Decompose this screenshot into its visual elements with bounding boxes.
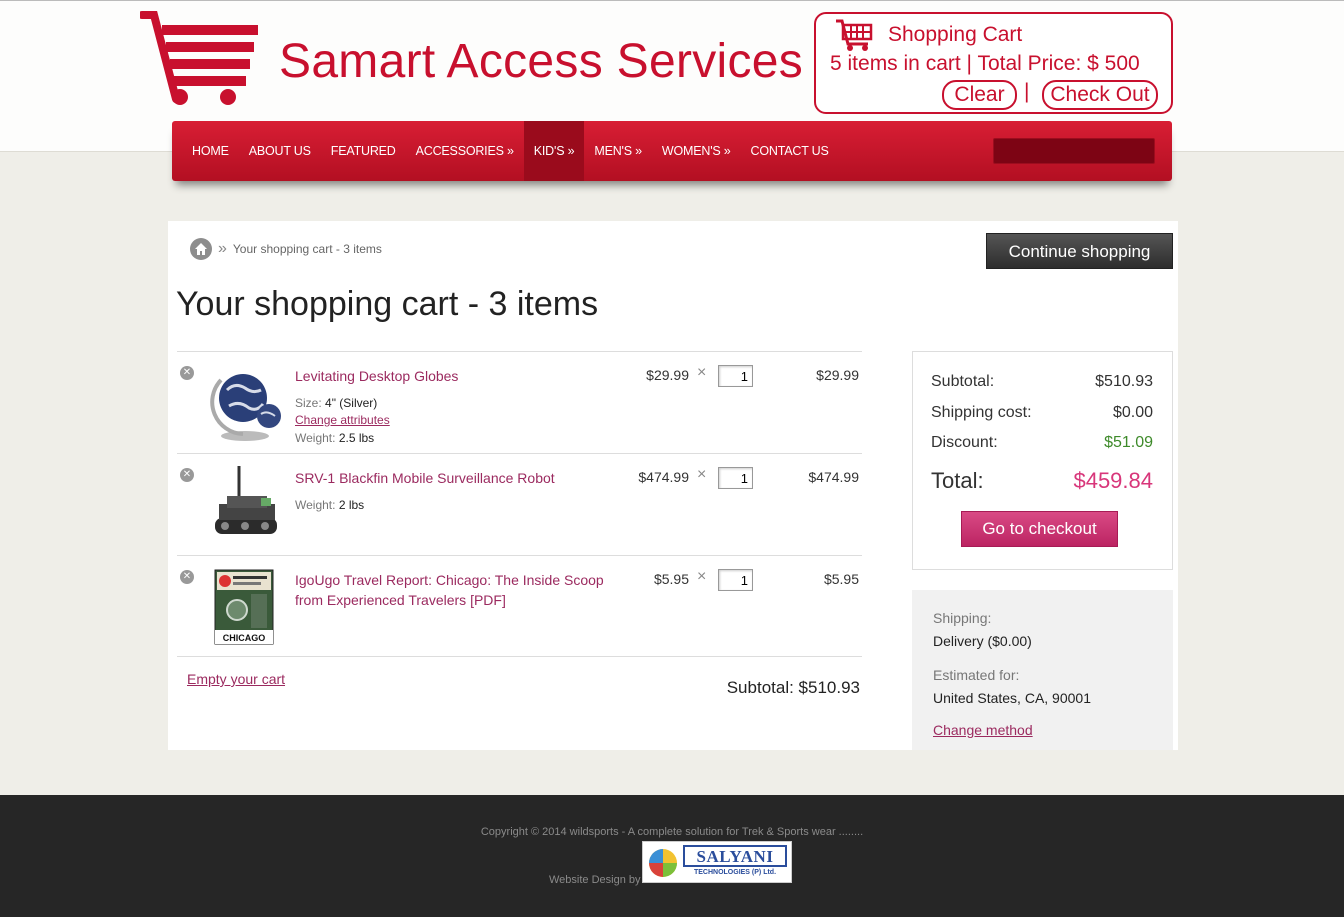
nav-item-featured[interactable]: FEATURED <box>321 121 406 181</box>
nav-item-home[interactable]: HOME <box>182 121 239 181</box>
book-cover-caption: CHICAGO <box>223 633 266 643</box>
shipping-info: Shipping: Delivery ($0.00) Estimated for… <box>912 590 1173 750</box>
mini-cart-widget: Shopping Cart 5 items in cart | Total Pr… <box>814 12 1173 114</box>
weight-value: 2 lbs <box>338 498 365 512</box>
nav-item-accessories[interactable]: ACCESSORIES » <box>406 121 524 181</box>
size-value: 4" (Silver) <box>325 396 378 410</box>
remove-item-icon[interactable]: ✕ <box>180 468 194 482</box>
summary-discount-row: Discount: $51.09 <box>931 434 1153 452</box>
cart-icon <box>836 19 873 51</box>
item-size: Size: 4" (Silver) <box>295 396 377 410</box>
mini-cart-summary: 5 items in cart | Total Price: $ 500 <box>830 52 1140 75</box>
summary-shipping-row: Shipping cost: $0.00 <box>931 404 1153 422</box>
size-label: Size: <box>295 396 322 410</box>
mini-cart-checkout-button[interactable]: Check Out <box>1042 80 1158 110</box>
breadcrumb: » Your shopping cart - 3 items <box>190 238 382 260</box>
partner-globe-icon <box>649 849 677 877</box>
copyright-text: Copyright © 2014 wildsports - A complete… <box>480 826 864 838</box>
breadcrumb-separator: » <box>218 240 227 257</box>
item-name-link[interactable]: IgoUgo Travel Report: Chicago: The Insid… <box>295 570 625 610</box>
item-total: $5.95 <box>823 571 859 587</box>
page-title: Your shopping cart - 3 items <box>176 285 599 323</box>
continue-shopping-button[interactable]: Continue shopping <box>986 233 1173 269</box>
nav-item-about-us[interactable]: ABOUT US <box>239 121 321 181</box>
change-method-link[interactable]: Change method <box>933 722 1033 738</box>
summary-discount-label: Discount: <box>931 434 998 451</box>
mini-cart-separator: | <box>1024 80 1030 103</box>
search-input[interactable] <box>993 138 1155 164</box>
summary-subtotal-label: Subtotal: <box>931 373 995 390</box>
item-total: $29.99 <box>816 367 859 383</box>
site-title: Samart Access Services <box>279 35 804 88</box>
change-attributes-link[interactable]: Change attributes <box>295 413 390 427</box>
remove-item-icon[interactable]: ✕ <box>180 570 194 584</box>
nav-item-mens[interactable]: MEN'S » <box>584 121 652 181</box>
quantity-input[interactable] <box>718 467 753 489</box>
clear-cart-button[interactable]: Clear <box>942 80 1017 110</box>
summary-subtotal-value: $510.93 <box>1095 373 1153 390</box>
estimated-value: United States, CA, 90001 <box>933 690 1091 706</box>
cart-items-table: ✕ Levitating Desktop Globes Size: 4" (Si… <box>177 351 862 657</box>
footer: Copyright © 2014 wildsports - A complete… <box>0 795 1344 917</box>
cart-page: » Your shopping cart - 3 items Continue … <box>168 221 1178 750</box>
summary-subtotal-row: Subtotal: $510.93 <box>931 373 1153 391</box>
home-icon[interactable] <box>190 238 212 260</box>
order-summary: Subtotal: $510.93 Shipping cost: $0.00 D… <box>912 351 1173 570</box>
summary-total-label: Total: <box>931 468 984 493</box>
shopping-cart-logo-icon <box>140 11 258 105</box>
item-total: $474.99 <box>808 469 859 485</box>
design-by-text: Website Design by <box>549 874 641 886</box>
times-icon: × <box>697 568 707 585</box>
weight-label: Weight: <box>295 431 336 445</box>
partner-name: SALYANI <box>683 845 787 867</box>
item-price: $29.99 <box>646 367 689 383</box>
summary-total-value: $459.84 <box>1073 468 1153 493</box>
quantity-input[interactable] <box>718 569 753 591</box>
partner-subtitle: TECHNOLOGIES (P) Ltd. <box>693 869 777 876</box>
globe-product-thumbnail[interactable] <box>205 360 285 442</box>
times-icon: × <box>697 466 707 483</box>
remove-item-icon[interactable]: ✕ <box>180 366 194 380</box>
summary-discount-value: $51.09 <box>1104 434 1153 451</box>
item-price: $5.95 <box>653 571 689 587</box>
breadcrumb-current: Your shopping cart - 3 items <box>232 242 382 256</box>
book-product-thumbnail[interactable]: CHICAGO <box>205 564 285 646</box>
weight-label: Weight: <box>295 498 336 512</box>
salyani-logo[interactable]: SALYANI TECHNOLOGIES (P) Ltd. <box>642 841 792 883</box>
item-weight: Weight: 2 lbs <box>295 498 364 512</box>
cart-subtotal: Subtotal: $510.93 <box>726 678 860 697</box>
times-icon: × <box>697 364 707 381</box>
go-to-checkout-button[interactable]: Go to checkout <box>961 511 1118 547</box>
cart-row: ✕ SRV-1 Blackfin Mobile Surveillance Rob… <box>177 453 862 555</box>
robot-product-thumbnail[interactable] <box>205 462 285 544</box>
quantity-input[interactable] <box>718 365 753 387</box>
main-nav: HOME ABOUT US FEATURED ACCESSORIES » KID… <box>172 121 1172 181</box>
shipping-label: Shipping: <box>933 610 992 626</box>
nav-item-contact-us[interactable]: CONTACT US <box>741 121 839 181</box>
weight-value: 2.5 lbs <box>338 431 375 445</box>
item-name-link[interactable]: SRV-1 Blackfin Mobile Surveillance Robot <box>295 468 625 488</box>
empty-cart-link[interactable]: Empty your cart <box>187 671 285 687</box>
nav-item-kids[interactable]: KID'S » <box>523 121 585 181</box>
estimated-label: Estimated for: <box>933 667 1020 683</box>
cart-row: ✕ CHICAGO IgoUgo Travel Report: Chicago:… <box>177 555 862 657</box>
summary-shipping-label: Shipping cost: <box>931 404 1032 421</box>
summary-shipping-value: $0.00 <box>1112 404 1153 421</box>
item-name-link[interactable]: Levitating Desktop Globes <box>295 366 625 386</box>
item-price: $474.99 <box>638 469 689 485</box>
summary-total-row: Total: $459.84 <box>931 468 1153 494</box>
item-weight: Weight: 2.5 lbs <box>295 431 374 445</box>
mini-cart-title: Shopping Cart <box>888 23 1023 46</box>
cart-row: ✕ Levitating Desktop Globes Size: 4" (Si… <box>177 351 862 453</box>
nav-item-womens[interactable]: WOMEN'S » <box>652 121 741 181</box>
shipping-value: Delivery ($0.00) <box>933 633 1032 649</box>
